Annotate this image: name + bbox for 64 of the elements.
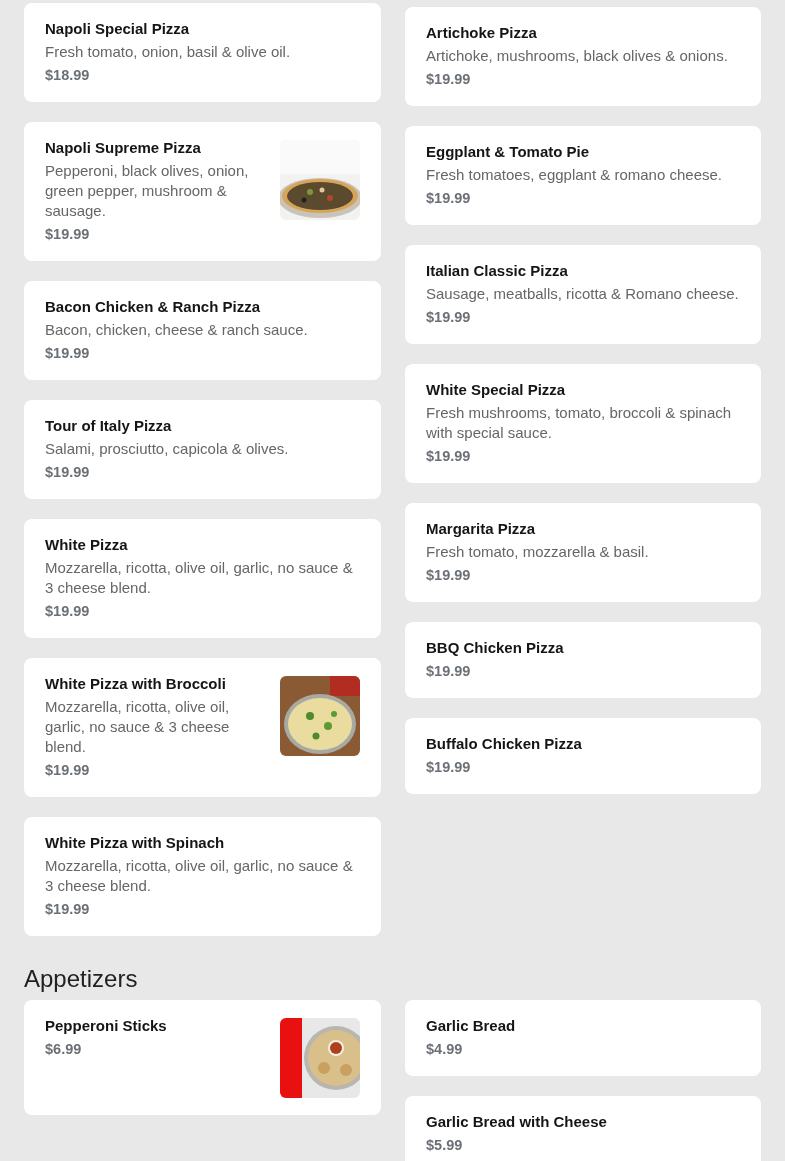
item-description: Fresh tomato, mozzarella & basil. — [426, 542, 650, 562]
item-price: $19.99 — [426, 662, 472, 681]
item-description: Pepperoni, black olives, onion, green pepper, mushroom & sausage. — [45, 161, 250, 221]
item-name: Garlic Bread with Cheese — [426, 1112, 608, 1132]
item-description: Fresh tomatoes, eggplant & romano cheese. — [426, 165, 723, 185]
item-price: $19.99 — [426, 189, 472, 208]
menu-item-card[interactable]: Garlic Bread $4.99 — [405, 1000, 761, 1076]
item-price: $19.99 — [45, 761, 91, 780]
item-price: $19.99 — [426, 308, 472, 327]
item-price: $19.99 — [45, 900, 91, 919]
item-name: BBQ Chicken Pizza — [426, 638, 565, 658]
menu-item-card[interactable]: Tour of Italy Pizza Salami, prosciutto, capicola & olives. $19.99 — [24, 400, 381, 499]
item-price: $19.99 — [45, 463, 91, 482]
item-description: Mozzarella, ricotta, olive oil, garlic, no sauce & 3 cheese blend. — [45, 856, 354, 896]
menu-item-card[interactable]: Garlic Bread with Cheese $5.99 — [405, 1096, 761, 1161]
menu-item-card[interactable]: Buffalo Chicken Pizza $19.99 — [405, 718, 761, 794]
item-name: Bacon Chicken & Ranch Pizza — [45, 297, 262, 317]
item-price: $19.99 — [426, 566, 472, 585]
item-price: $19.99 — [426, 447, 472, 466]
item-price: $5.99 — [426, 1136, 464, 1155]
item-name: Garlic Bread — [426, 1016, 517, 1036]
item-name: Napoli Supreme Pizza — [45, 138, 202, 158]
menu-item-card[interactable]: Napoli Supreme Pizza Pepperoni, black olives, onion, green pepper, mushroom & sausage. $19.99 — [24, 122, 381, 261]
item-name: White Pizza — [45, 535, 129, 555]
item-name: Eggplant & Tomato Pie — [426, 142, 591, 162]
item-description: Mozzarella, ricotta, olive oil, garlic, no sauce & 3 cheese blend. — [45, 697, 231, 757]
item-name: Italian Classic Pizza — [426, 261, 569, 281]
menu-item-card[interactable]: White Special Pizza Fresh mushrooms, tomato, broccoli & spinach with special sauce. $19.99 — [405, 364, 761, 483]
item-price: $19.99 — [426, 758, 472, 777]
item-price: $18.99 — [45, 66, 91, 85]
item-name: Tour of Italy Pizza — [45, 416, 173, 436]
item-name: Buffalo Chicken Pizza — [426, 734, 583, 754]
item-description: Sausage, meatballs, ricotta & Romano cheese. — [426, 284, 740, 304]
menu-item-card[interactable]: Bacon Chicken & Ranch Pizza Bacon, chicken, cheese & ranch sauce. $19.99 — [24, 281, 381, 380]
item-price: $19.99 — [45, 602, 91, 621]
item-price: $19.99 — [45, 225, 91, 244]
item-description: Mozzarella, ricotta, olive oil, garlic, no sauce & 3 cheese blend. — [45, 558, 354, 598]
menu-item-card[interactable]: Napoli Special Pizza Fresh tomato, onion, basil & olive oil. $18.99 — [24, 3, 381, 102]
menu-item-card[interactable]: White Pizza with Spinach Mozzarella, ricotta, olive oil, garlic, no sauce & 3 cheese blend. $19.99 — [24, 817, 381, 936]
menu-item-card[interactable]: Artichoke Pizza Artichoke, mushrooms, black olives & onions. $19.99 — [405, 7, 761, 106]
item-name: Artichoke Pizza — [426, 23, 538, 43]
menu-item-card[interactable]: Italian Classic Pizza Sausage, meatballs, ricotta & Romano cheese. $19.99 — [405, 245, 761, 344]
item-description: Salami, prosciutto, capicola & olives. — [45, 439, 290, 459]
item-description: Fresh mushrooms, tomato, broccoli & spinach with special sauce. — [426, 403, 733, 443]
item-name: Pepperoni Sticks — [45, 1016, 168, 1036]
item-price: $6.99 — [45, 1040, 83, 1059]
item-name: Margarita Pizza — [426, 519, 537, 539]
menu-item-card[interactable]: Margarita Pizza Fresh tomato, mozzarella & basil. $19.99 — [405, 503, 761, 602]
item-price: $4.99 — [426, 1040, 464, 1059]
item-description: Bacon, chicken, cheese & ranch sauce. — [45, 320, 309, 340]
menu-item-card[interactable]: Eggplant & Tomato Pie Fresh tomatoes, eggplant & romano cheese. $19.99 — [405, 126, 761, 225]
item-price: $19.99 — [45, 344, 91, 363]
menu-item-card[interactable]: White Pizza with Broccoli Mozzarella, ricotta, olive oil, garlic, no sauce & 3 cheese blend. $19.99 — [24, 658, 381, 797]
menu-item-card[interactable]: White Pizza Mozzarella, ricotta, olive oil, garlic, no sauce & 3 cheese blend. $19.99 — [24, 519, 381, 638]
item-name: Napoli Special Pizza — [45, 19, 191, 39]
item-price: $19.99 — [426, 70, 472, 89]
item-description: Fresh tomato, onion, basil & olive oil. — [45, 42, 292, 62]
item-name: White Special Pizza — [426, 380, 567, 400]
item-name: White Pizza with Broccoli — [45, 674, 227, 694]
item-name: White Pizza with Spinach — [45, 833, 226, 853]
menu-item-card[interactable]: Pepperoni Sticks $6.99 — [24, 1000, 381, 1115]
menu-item-card[interactable]: BBQ Chicken Pizza $19.99 — [405, 622, 761, 698]
item-description: Artichoke, mushrooms, black olives & onions. — [426, 46, 729, 66]
section-heading: Appetizers — [24, 964, 139, 994]
